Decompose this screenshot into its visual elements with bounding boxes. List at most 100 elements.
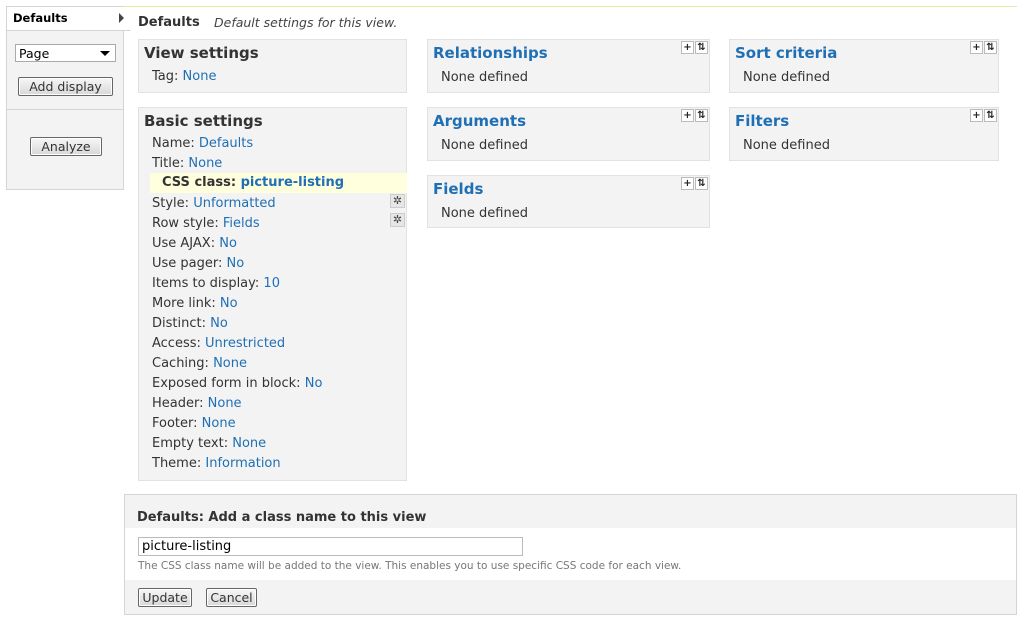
setting-value-link[interactable]: No [227, 256, 245, 271]
form-title: Defaults: Add a class name to this view [137, 510, 427, 525]
rearrange-icon[interactable]: ⇅ [984, 41, 997, 54]
triangle-right-icon [119, 13, 124, 23]
sort-criteria-title[interactable]: Sort criteria [730, 40, 998, 65]
setting-label: Items to display: [152, 276, 260, 291]
empty-text: None defined [441, 206, 528, 221]
setting-more-link: More link: No [152, 296, 238, 311]
setting-empty-text: Empty text: None [152, 436, 266, 451]
rearrange-icon[interactable]: ⇅ [695, 177, 708, 190]
arguments-box: Arguments + ⇅ None defined [427, 107, 710, 161]
setting-row-style: Row style: Fields [152, 216, 260, 231]
tab-defaults-label: Defaults [13, 11, 68, 25]
setting-value-link[interactable]: None [208, 396, 242, 411]
setting-value-link[interactable]: None [213, 356, 247, 371]
add-icon[interactable]: + [681, 41, 694, 54]
setting-value-link[interactable]: None [188, 156, 222, 171]
page-title: Defaults [138, 15, 200, 30]
setting-distinct: Distinct: No [152, 316, 228, 331]
add-display-button[interactable]: Add display [18, 77, 113, 96]
section-actions: + ⇅ [970, 109, 997, 122]
section-actions: + ⇅ [681, 109, 708, 122]
sort-criteria-box: Sort criteria + ⇅ None defined [729, 39, 999, 93]
setting-value-link[interactable]: Defaults [199, 136, 253, 151]
page-description: Default settings for this view. [214, 15, 398, 30]
display-type-value: Page [19, 46, 50, 61]
fields-box: Fields + ⇅ None defined [427, 175, 710, 228]
setting-label: Footer: [152, 416, 198, 431]
empty-text: None defined [743, 70, 830, 85]
setting-value-link[interactable]: Information [205, 456, 280, 471]
setting-label: CSS class: [162, 175, 237, 190]
setting-value-link[interactable]: None [183, 69, 217, 84]
add-icon[interactable]: + [681, 109, 694, 122]
add-icon[interactable]: + [681, 177, 694, 190]
setting-value-link[interactable]: None [232, 436, 266, 451]
display-type-select[interactable]: Page [15, 44, 116, 62]
setting-label: Caching: [152, 356, 209, 371]
css-class-input[interactable] [138, 537, 523, 556]
rearrange-icon[interactable]: ⇅ [984, 109, 997, 122]
setting-label: Distinct: [152, 316, 206, 331]
setting-value-link[interactable]: picture-listing [241, 175, 344, 190]
setting-use-ajax: Use AJAX: No [152, 236, 237, 251]
tab-defaults[interactable]: Defaults [7, 7, 131, 31]
gear-icon[interactable]: ✲ [390, 194, 405, 208]
setting-use-pager: Use pager: No [152, 256, 244, 271]
setting-label: Access: [152, 336, 201, 351]
empty-text: None defined [441, 70, 528, 85]
fields-title[interactable]: Fields [428, 176, 709, 201]
filters-box: Filters + ⇅ None defined [729, 107, 999, 161]
setting-value-link[interactable]: No [219, 236, 237, 251]
setting-label: Header: [152, 396, 204, 411]
filters-title[interactable]: Filters [730, 108, 998, 133]
setting-exposed-form: Exposed form in block: No [152, 376, 322, 391]
setting-theme: Theme: Information [152, 456, 281, 471]
setting-label: Row style: [152, 216, 219, 231]
add-icon[interactable]: + [970, 109, 983, 122]
view-settings-title: View settings [144, 44, 259, 62]
setting-label: Name: [152, 136, 195, 151]
setting-items-to-display: Items to display: 10 [152, 276, 280, 291]
add-icon[interactable]: + [970, 41, 983, 54]
section-actions: + ⇅ [970, 41, 997, 54]
setting-value-link[interactable]: None [202, 416, 236, 431]
setting-title: Title: None [152, 156, 222, 171]
setting-label: Title: [152, 156, 185, 171]
setting-name: Name: Defaults [152, 136, 253, 151]
setting-label: Style: [152, 196, 190, 211]
setting-value-link[interactable]: No [305, 376, 323, 391]
empty-text: None defined [743, 138, 830, 153]
setting-label: Use AJAX: [152, 236, 216, 251]
setting-label: Exposed form in block: [152, 376, 301, 391]
update-button[interactable]: Update [138, 588, 192, 607]
setting-value-link[interactable]: Unrestricted [205, 336, 285, 351]
chevron-down-icon [100, 51, 110, 56]
setting-value-link[interactable]: Unformatted [193, 196, 275, 211]
section-actions: + ⇅ [681, 177, 708, 190]
arguments-title[interactable]: Arguments [428, 108, 709, 133]
section-actions: + ⇅ [681, 41, 708, 54]
setting-access: Access: Unrestricted [152, 336, 285, 351]
setting-label: Empty text: [152, 436, 229, 451]
setting-style: Style: Unformatted [152, 196, 276, 211]
gear-icon[interactable]: ✲ [390, 213, 405, 227]
setting-value-link[interactable]: No [210, 316, 228, 331]
setting-label: Tag: [152, 69, 179, 84]
setting-label: More link: [152, 296, 216, 311]
setting-label: Use pager: [152, 256, 223, 271]
relationships-title[interactable]: Relationships [428, 40, 709, 65]
rearrange-icon[interactable]: ⇅ [695, 109, 708, 122]
cancel-button[interactable]: Cancel [206, 588, 257, 607]
setting-value-link[interactable]: 10 [263, 276, 280, 291]
setting-value-link[interactable]: No [220, 296, 238, 311]
empty-text: None defined [441, 138, 528, 153]
relationships-box: Relationships + ⇅ None defined [427, 39, 710, 93]
setting-tag: Tag: None [152, 69, 216, 84]
rearrange-icon[interactable]: ⇅ [695, 41, 708, 54]
analyze-button[interactable]: Analyze [30, 137, 102, 156]
basic-settings-box: Basic settings Name: Defaults Title: Non… [138, 107, 407, 481]
basic-settings-title: Basic settings [144, 112, 263, 130]
setting-label: Theme: [152, 456, 202, 471]
setting-footer: Footer: None [152, 416, 236, 431]
setting-value-link[interactable]: Fields [223, 216, 260, 231]
